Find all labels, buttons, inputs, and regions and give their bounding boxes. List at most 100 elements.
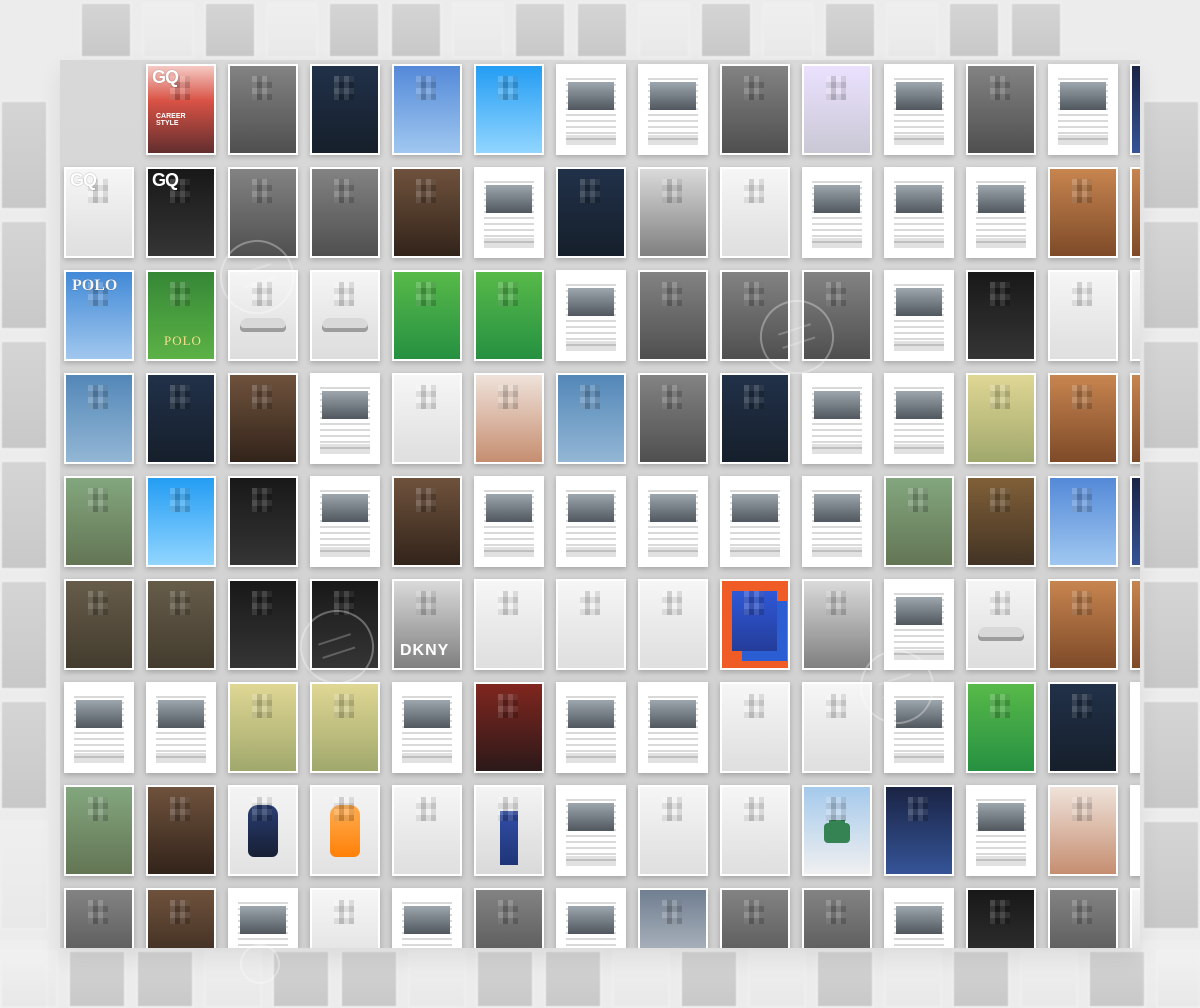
magazine-thumbnail[interactable] — [720, 64, 790, 155]
magazine-thumbnail[interactable] — [884, 64, 954, 155]
magazine-thumbnail[interactable] — [884, 785, 954, 876]
magazine-thumbnail[interactable] — [228, 64, 298, 155]
magazine-thumbnail[interactable] — [556, 270, 626, 361]
magazine-thumbnail[interactable] — [474, 373, 544, 464]
magazine-thumbnail[interactable] — [474, 888, 544, 948]
magazine-thumbnail[interactable] — [556, 476, 626, 567]
magazine-thumbnail[interactable] — [884, 476, 954, 567]
magazine-thumbnail[interactable] — [802, 167, 872, 258]
magazine-thumbnail[interactable] — [1130, 682, 1140, 773]
magazine-thumbnail[interactable] — [474, 64, 544, 155]
magazine-thumbnail[interactable] — [1130, 270, 1140, 361]
magazine-thumbnail[interactable] — [392, 682, 462, 773]
magazine-thumbnail[interactable] — [638, 682, 708, 773]
magazine-thumbnail[interactable]: DKNY — [392, 579, 462, 670]
magazine-thumbnail[interactable] — [966, 167, 1036, 258]
magazine-thumbnail[interactable] — [310, 167, 380, 258]
magazine-thumbnail[interactable] — [884, 888, 954, 948]
magazine-thumbnail[interactable] — [802, 476, 872, 567]
magazine-thumbnail[interactable] — [556, 64, 626, 155]
magazine-thumbnail[interactable] — [1048, 476, 1118, 567]
magazine-thumbnail[interactable] — [802, 579, 872, 670]
magazine-thumbnail[interactable] — [638, 785, 708, 876]
magazine-thumbnail[interactable] — [1048, 167, 1118, 258]
magazine-thumbnail[interactable] — [146, 373, 216, 464]
magazine-thumbnail[interactable] — [884, 682, 954, 773]
magazine-thumbnail[interactable] — [310, 270, 380, 361]
magazine-thumbnail[interactable] — [1130, 579, 1140, 670]
magazine-thumbnail[interactable] — [720, 888, 790, 948]
magazine-thumbnail[interactable] — [802, 270, 872, 361]
magazine-thumbnail[interactable] — [638, 167, 708, 258]
magazine-thumbnail[interactable]: GQ — [146, 167, 216, 258]
magazine-thumbnail[interactable] — [146, 888, 216, 948]
magazine-thumbnail[interactable]: GQ CAREER STYLE — [146, 64, 216, 155]
magazine-thumbnail[interactable] — [884, 579, 954, 670]
magazine-thumbnail[interactable] — [638, 579, 708, 670]
magazine-thumbnail[interactable] — [1048, 682, 1118, 773]
magazine-thumbnail[interactable] — [228, 270, 298, 361]
magazine-thumbnail[interactable] — [392, 888, 462, 948]
magazine-thumbnail[interactable]: POLO — [146, 270, 216, 361]
magazine-thumbnail[interactable] — [556, 579, 626, 670]
magazine-thumbnail[interactable]: GQ — [64, 167, 134, 258]
magazine-thumbnail[interactable] — [720, 270, 790, 361]
magazine-thumbnail[interactable] — [474, 270, 544, 361]
magazine-thumbnail[interactable] — [392, 785, 462, 876]
magazine-thumbnail[interactable] — [64, 476, 134, 567]
magazine-thumbnail[interactable] — [720, 785, 790, 876]
magazine-thumbnail[interactable] — [884, 167, 954, 258]
magazine-thumbnail[interactable] — [64, 682, 134, 773]
magazine-thumbnail[interactable] — [310, 373, 380, 464]
magazine-thumbnail[interactable] — [638, 476, 708, 567]
magazine-thumbnail[interactable] — [1130, 373, 1140, 464]
magazine-thumbnail[interactable] — [966, 476, 1036, 567]
magazine-thumbnail[interactable] — [146, 785, 216, 876]
magazine-thumbnail[interactable] — [638, 888, 708, 948]
magazine-thumbnail[interactable] — [310, 785, 380, 876]
magazine-thumbnail[interactable] — [1130, 167, 1140, 258]
magazine-thumbnail[interactable] — [802, 373, 872, 464]
magazine-thumbnail[interactable] — [802, 785, 872, 876]
magazine-thumbnail[interactable] — [966, 579, 1036, 670]
magazine-thumbnail[interactable] — [228, 167, 298, 258]
magazine-thumbnail[interactable]: GQStyleFOR MENMEN'S FASHION BIBLE! — [1130, 785, 1140, 876]
magazine-thumbnail[interactable] — [474, 579, 544, 670]
magazine-thumbnail[interactable] — [1130, 476, 1140, 567]
magazine-thumbnail[interactable] — [228, 476, 298, 567]
magazine-thumbnail[interactable] — [310, 64, 380, 155]
magazine-thumbnail[interactable] — [966, 270, 1036, 361]
magazine-thumbnail[interactable] — [966, 785, 1036, 876]
magazine-thumbnail[interactable] — [392, 476, 462, 567]
magazine-thumbnail[interactable] — [64, 888, 134, 948]
magazine-thumbnail[interactable]: POLO — [64, 270, 134, 361]
magazine-thumbnail[interactable] — [228, 888, 298, 948]
magazine-thumbnail[interactable] — [474, 785, 544, 876]
magazine-thumbnail[interactable] — [638, 270, 708, 361]
magazine-thumbnail[interactable] — [146, 476, 216, 567]
magazine-thumbnail[interactable] — [720, 476, 790, 567]
magazine-thumbnail[interactable] — [720, 682, 790, 773]
magazine-thumbnail[interactable] — [228, 785, 298, 876]
magazine-thumbnail[interactable] — [884, 373, 954, 464]
magazine-thumbnail[interactable] — [1048, 64, 1118, 155]
magazine-thumbnail[interactable] — [310, 888, 380, 948]
magazine-thumbnail[interactable] — [146, 682, 216, 773]
magazine-thumbnail[interactable] — [310, 579, 380, 670]
magazine-thumbnail[interactable] — [310, 682, 380, 773]
magazine-thumbnail[interactable] — [966, 682, 1036, 773]
magazine-thumbnail[interactable] — [1130, 888, 1140, 948]
magazine-thumbnail[interactable] — [638, 373, 708, 464]
magazine-thumbnail[interactable] — [228, 373, 298, 464]
magazine-thumbnail[interactable] — [228, 579, 298, 670]
magazine-thumbnail[interactable] — [884, 270, 954, 361]
magazine-thumbnail[interactable] — [1048, 373, 1118, 464]
magazine-thumbnail[interactable] — [146, 579, 216, 670]
magazine-thumbnail[interactable] — [64, 785, 134, 876]
magazine-thumbnail[interactable] — [966, 888, 1036, 948]
magazine-thumbnail[interactable] — [310, 476, 380, 567]
magazine-thumbnail[interactable] — [474, 167, 544, 258]
magazine-thumbnail[interactable] — [1048, 888, 1118, 948]
magazine-thumbnail[interactable] — [556, 785, 626, 876]
magazine-thumbnail[interactable] — [1048, 270, 1118, 361]
